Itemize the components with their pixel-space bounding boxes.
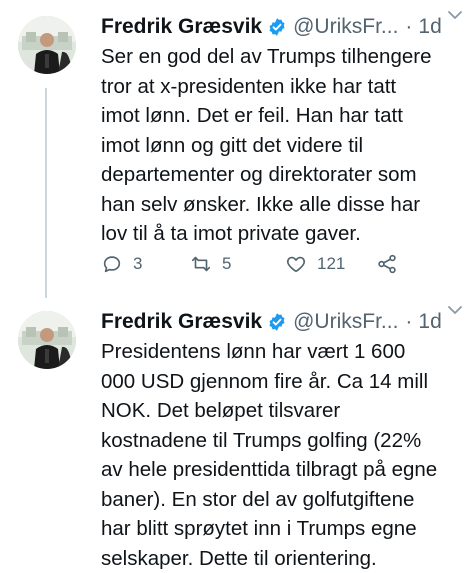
caret-down-icon[interactable] <box>446 301 464 319</box>
tweet-text-line: 000 USD gjennom fire år. Ca 14 mill <box>101 367 461 397</box>
tweet-text-line: har blitt sprøytet inn i Trumps egne <box>101 514 461 544</box>
tweet-text-line: imot lønn og gitt det videre til <box>101 131 461 161</box>
tweet-text-line: Ser en god del av Trumps tilhengere <box>101 42 461 72</box>
share-button[interactable] <box>376 253 398 275</box>
avatar[interactable] <box>18 311 76 369</box>
like-count: 121 <box>317 254 345 274</box>
tweet-1[interactable]: Fredrik Græsvik @UriksFr... · 1d Ser en … <box>0 0 468 295</box>
reply-button[interactable]: 3 <box>101 253 142 275</box>
separator-dot: · <box>405 310 412 334</box>
author-handle[interactable]: @UriksFr... <box>293 310 398 334</box>
tweet-text-line: selskaper. Dette til orientering. <box>101 544 461 573</box>
tweet-text: Ser en god del av Trumps tilhengere tror… <box>101 42 461 249</box>
tweet-text-line: kostnadene til Trumps golfing (22% <box>101 426 461 456</box>
caret-down-icon[interactable] <box>446 6 464 24</box>
timestamp[interactable]: 1d <box>418 15 441 39</box>
tweet-text-line: NOK. Det beløpet tilsvarer <box>101 396 461 426</box>
tweet-text-line: Presidentens lønn har vært 1 600 <box>101 337 461 367</box>
retweet-button[interactable]: 5 <box>190 253 231 275</box>
tweet-text-line: han selv ønsker. Ikke alle disse har <box>101 190 461 220</box>
author-handle[interactable]: @UriksFr... <box>293 15 398 39</box>
tweet-text-line: baner). En stor del av golfutgiftene <box>101 485 461 515</box>
share-icon <box>376 253 398 275</box>
tweet-text-line: lov til å ta imot private gaver. <box>101 219 461 249</box>
verified-badge-icon <box>267 312 287 332</box>
tweet-text-line: imot lønn. Det er feil. Han har tatt <box>101 101 461 131</box>
tweet-2[interactable]: Fredrik Græsvik @UriksFr... · 1d Preside… <box>0 295 468 565</box>
tweet-actions: 3 5 121 <box>101 253 441 279</box>
avatar[interactable] <box>18 16 76 74</box>
separator-dot: · <box>405 15 412 39</box>
like-button[interactable]: 121 <box>285 253 345 275</box>
retweet-icon <box>190 253 212 275</box>
tweet-text-line: departementer og direktorater som <box>101 160 461 190</box>
tweet-text-line: av hele presidenttida tilbragt på egne <box>101 455 461 485</box>
author-name[interactable]: Fredrik Græsvik <box>101 15 262 39</box>
verified-badge-icon <box>267 17 287 37</box>
like-icon <box>285 253 307 275</box>
tweet-text-line: tror at x-presidenten ikke har tatt <box>101 72 461 102</box>
author-name[interactable]: Fredrik Græsvik <box>101 310 262 334</box>
reply-icon <box>101 253 123 275</box>
retweet-count: 5 <box>222 254 231 274</box>
timestamp[interactable]: 1d <box>418 310 441 334</box>
tweet-text: Presidentens lønn har vært 1 600 000 USD… <box>101 337 461 573</box>
reply-count: 3 <box>133 254 142 274</box>
